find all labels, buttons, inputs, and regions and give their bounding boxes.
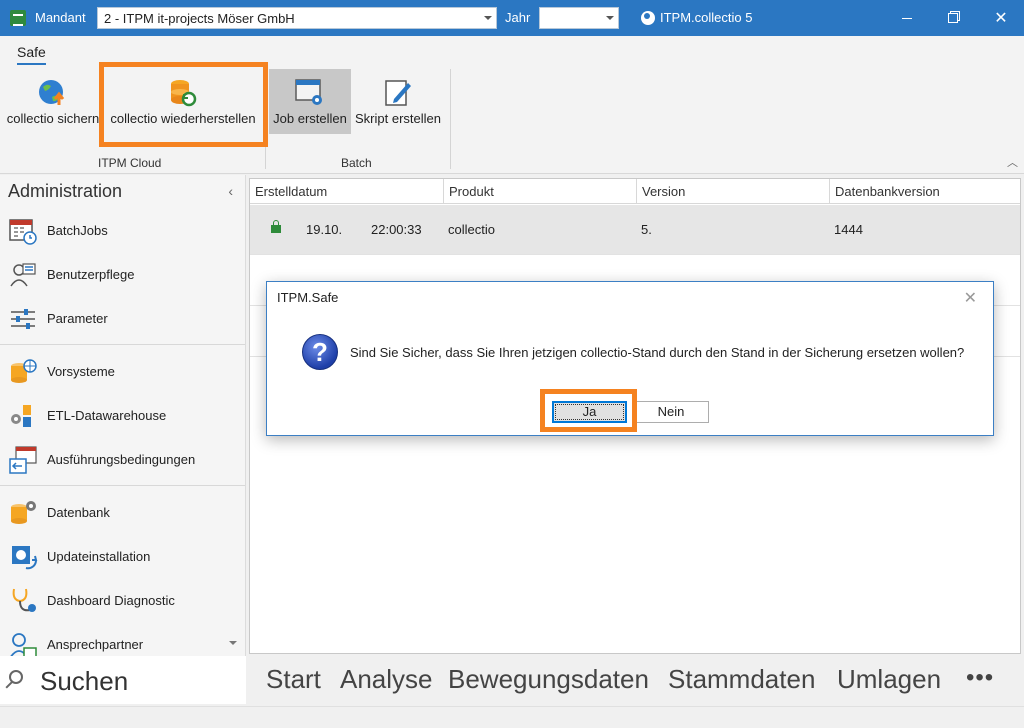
- sidebar-item-label: Updateinstallation: [47, 549, 151, 564]
- nav-start[interactable]: Start: [266, 664, 321, 695]
- user-list-icon: [10, 263, 36, 287]
- sidebar-item-ansprechpartner[interactable]: Ansprechpartner: [0, 624, 245, 656]
- skript-erstellen-button[interactable]: Skript erstellen: [353, 69, 443, 134]
- job-erstellen-label: Job erstellen: [273, 111, 347, 126]
- etl-gears-icon: [11, 405, 31, 427]
- cell-dbversion: 1444: [834, 222, 863, 237]
- dialog-message: Sind Sie Sicher, dass Sie Ihren jetzigen…: [350, 345, 965, 360]
- sidebar-item-vorsysteme[interactable]: Vorsysteme: [0, 351, 245, 391]
- sidebar-item-label: Vorsysteme: [47, 364, 115, 379]
- sidebar-item-datenbank[interactable]: Datenbank: [0, 492, 245, 532]
- app-logo-icon: [10, 10, 26, 26]
- job-erstellen-button[interactable]: Job erstellen: [269, 69, 351, 134]
- search-box[interactable]: Suchen: [0, 656, 246, 704]
- sidebar-item-label: Parameter: [47, 311, 108, 326]
- nav-umlagen[interactable]: Umlagen: [837, 664, 941, 695]
- column-header-datenbankversion[interactable]: Datenbankversion: [830, 179, 1020, 204]
- sidebar-item-label: Benutzerpflege: [47, 267, 135, 282]
- sidebar-collapse-icon[interactable]: ‹: [228, 183, 233, 199]
- nav-bewegungsdaten[interactable]: Bewegungsdaten: [448, 664, 649, 695]
- globe-upload-icon: [39, 80, 65, 105]
- jahr-dropdown[interactable]: [539, 7, 619, 29]
- minimize-button[interactable]: [884, 0, 930, 36]
- update-install-icon: [12, 546, 38, 570]
- title-bar: Mandant 2 - ITPM it-projects Möser GmbH …: [0, 0, 1024, 36]
- ribbon-collapse-icon[interactable]: ︿: [1007, 154, 1018, 170]
- cell-product: collectio: [448, 222, 495, 237]
- database-gear-icon: [11, 501, 36, 524]
- lock-icon: [271, 220, 281, 233]
- sidebar-item-updateinstallation[interactable]: Updateinstallation: [0, 536, 245, 576]
- table-arrow-icon: [9, 446, 37, 474]
- column-header-version[interactable]: Version: [637, 179, 830, 204]
- sidebar-item-label: Dashboard Diagnostic: [47, 593, 175, 608]
- skript-erstellen-label: Skript erstellen: [355, 111, 441, 126]
- stethoscope-icon: [12, 588, 36, 612]
- sidebar-item-etl-datawarehouse[interactable]: ETL-Datawarehouse: [0, 395, 245, 435]
- more-icon[interactable]: •••: [966, 664, 994, 692]
- mandant-value: 2 - ITPM it-projects Möser GmbH: [104, 11, 295, 26]
- tab-safe[interactable]: Safe: [17, 44, 46, 65]
- sidebar-item-label: BatchJobs: [47, 223, 108, 238]
- bottom-navigation: Suchen Start Analyse Bewegungsdaten Stam…: [0, 656, 1024, 706]
- sliders-icon: [11, 309, 35, 329]
- cell-version: 5.: [641, 222, 652, 237]
- close-window-button[interactable]: ✕: [978, 0, 1024, 36]
- status-bar: [0, 706, 1024, 728]
- search-label: Suchen: [40, 666, 129, 696]
- sidebar-item-dashboard-diagnostic[interactable]: Dashboard Diagnostic: [0, 580, 245, 620]
- chevron-down-icon: [606, 16, 614, 20]
- highlight-restore-button: [99, 62, 268, 147]
- column-header-produkt[interactable]: Produkt: [444, 179, 637, 204]
- sidebar-title: Administration: [8, 181, 123, 201]
- maximize-button[interactable]: [930, 0, 976, 36]
- sidebar-item-label: Ansprechpartner: [47, 637, 144, 652]
- sidebar: Administration ‹ BatchJobs Benutzerpfleg…: [0, 175, 246, 656]
- mandant-label: Mandant: [35, 10, 86, 25]
- group-separator: [450, 69, 451, 169]
- contact-mail-icon: [10, 633, 37, 656]
- no-button[interactable]: Nein: [633, 401, 709, 423]
- sidebar-divider: [0, 485, 245, 486]
- sidebar-item-batchjobs[interactable]: BatchJobs: [0, 210, 245, 250]
- nav-analyse[interactable]: Analyse: [340, 664, 433, 695]
- sidebar-item-parameter[interactable]: Parameter: [0, 298, 245, 338]
- chevron-down-icon: [484, 16, 492, 20]
- dialog-close-button[interactable]: ✕: [964, 288, 977, 308]
- mandant-dropdown[interactable]: 2 - ITPM it-projects Möser GmbH: [97, 7, 497, 29]
- column-header-erstelldatum[interactable]: Erstelldatum: [250, 179, 444, 204]
- sidebar-item-ausfuehrungsbedingungen[interactable]: Ausführungsbedingungen: [0, 439, 245, 479]
- globe-icon: [641, 11, 655, 25]
- cell-date: 19.10.: [306, 222, 343, 237]
- sidebar-item-benutzerpflege[interactable]: Benutzerpflege: [0, 254, 245, 294]
- nav-stammdaten[interactable]: Stammdaten: [668, 664, 815, 695]
- group-batch: Batch: [341, 156, 372, 170]
- database-globe-icon: [11, 359, 37, 383]
- group-itpm-cloud: ITPM Cloud: [98, 156, 162, 170]
- jahr-label: Jahr: [505, 10, 531, 25]
- app-title: ITPM.collectio 5: [660, 10, 753, 25]
- sidebar-item-label: Datenbank: [47, 505, 110, 520]
- collectio-sichern-label: collectio sichern: [6, 111, 100, 126]
- sidebar-divider: [0, 344, 245, 345]
- cell-time: 22:00:33: [371, 222, 422, 237]
- sidebar-scroll-down-icon[interactable]: [229, 641, 237, 645]
- sidebar-item-label: Ausführungsbedingungen: [47, 452, 196, 467]
- question-icon: ?: [302, 334, 338, 370]
- dialog-title: ITPM.Safe: [277, 290, 339, 305]
- pencil-edit-icon: [385, 80, 411, 106]
- sidebar-item-label: ETL-Datawarehouse: [47, 408, 167, 423]
- table-row[interactable]: 19.10. 22:00:33 collectio 5. 1444: [250, 205, 1020, 255]
- collectio-sichern-button[interactable]: collectio sichern: [5, 69, 101, 134]
- search-icon: [9, 670, 23, 684]
- calendar-clock-icon: [9, 219, 37, 245]
- window-gear-icon: [295, 79, 322, 105]
- highlight-yes-button: [540, 389, 637, 432]
